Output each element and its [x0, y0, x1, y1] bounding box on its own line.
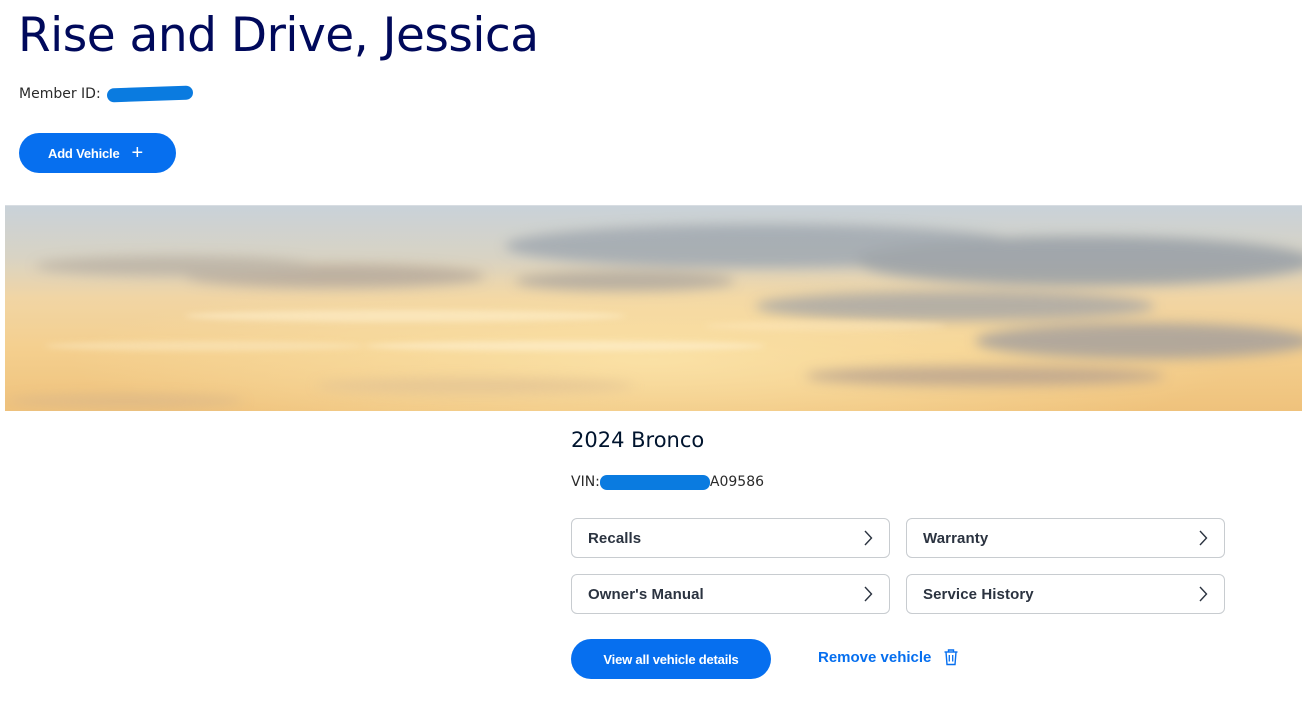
chevron-right-icon	[864, 530, 873, 546]
trash-icon	[944, 649, 958, 666]
member-id: Member ID:	[19, 85, 193, 103]
remove-vehicle-link[interactable]: Remove vehicle	[818, 648, 959, 666]
warranty-label: Warranty	[923, 529, 989, 547]
owners-manual-label: Owner's Manual	[588, 585, 704, 603]
remove-vehicle-label: Remove vehicle	[818, 648, 932, 666]
chevron-right-icon	[1199, 530, 1208, 546]
plus-icon: +	[131, 142, 144, 164]
owners-manual-link[interactable]: Owner's Manual	[571, 574, 890, 614]
vin-redaction	[599, 474, 710, 490]
member-id-redaction	[106, 85, 193, 103]
vin-label: VIN:	[571, 474, 600, 490]
view-details-label: View all vehicle details	[603, 651, 739, 667]
vehicle-name: 2024 Bronco	[571, 428, 705, 452]
service-history-link[interactable]: Service History	[906, 574, 1225, 614]
member-id-label: Member ID:	[19, 86, 101, 102]
add-vehicle-button[interactable]: Add Vehicle +	[19, 133, 176, 173]
vin-suffix: A09586	[709, 474, 765, 490]
warranty-link[interactable]: Warranty	[906, 518, 1225, 558]
chevron-right-icon	[1199, 586, 1208, 602]
view-vehicle-details-button[interactable]: View all vehicle details	[571, 639, 771, 679]
add-vehicle-label: Add Vehicle	[48, 145, 120, 161]
chevron-right-icon	[864, 586, 873, 602]
page-title: Rise and Drive, Jessica	[18, 8, 539, 63]
service-history-label: Service History	[923, 585, 1034, 603]
vin: VIN: A09586	[571, 474, 764, 490]
recalls-label: Recalls	[588, 529, 642, 547]
vehicle-hero-image	[5, 205, 1302, 411]
recalls-link[interactable]: Recalls	[571, 518, 890, 558]
